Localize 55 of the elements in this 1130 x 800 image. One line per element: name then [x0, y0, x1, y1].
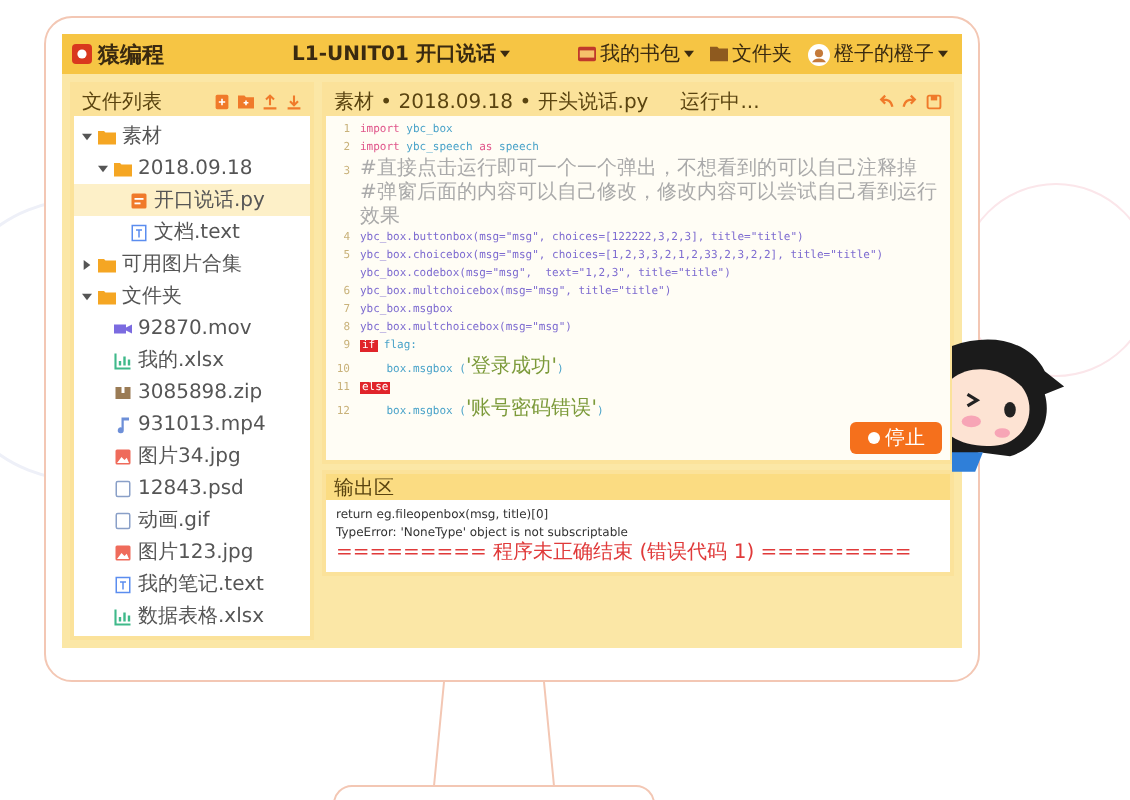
redo-icon[interactable] — [902, 93, 918, 109]
download-icon[interactable] — [286, 93, 302, 109]
expanded-arrow-icon[interactable] — [82, 291, 92, 301]
image-file-icon — [114, 543, 132, 561]
file-tree-item[interactable]: 3085898.zip — [74, 376, 310, 408]
folder-icon — [710, 46, 728, 62]
file-tree-item[interactable]: 数据表格.xlsx — [74, 600, 310, 632]
user-menu[interactable]: 橙子的橙子 — [804, 40, 952, 68]
lesson-dropdown[interactable]: L1-UNIT01 开口说话 — [288, 40, 514, 68]
logo-icon — [72, 44, 92, 64]
image-file-icon — [114, 447, 132, 465]
breadcrumb: 素材 • 2018.09.18 • 开头说话.py — [334, 89, 649, 115]
text-file-icon — [114, 575, 132, 593]
file-tree-item[interactable]: 12843.psd — [74, 472, 310, 504]
video-icon — [114, 319, 132, 337]
file-tree-item[interactable]: 文件夹 — [74, 280, 310, 312]
run-status: 运行中... — [680, 89, 760, 115]
file-tree-item[interactable]: 92870.mov — [74, 312, 310, 344]
file-tree-item[interactable]: 动画.gif — [74, 504, 310, 536]
menu-button[interactable]: 文件夹 — [706, 40, 796, 68]
music-note-icon — [114, 415, 132, 433]
output-line: ========= 程序未正确结束 (错误代码 1) ========= — [336, 542, 914, 566]
stop-circle-icon — [867, 432, 879, 444]
archive-file-icon — [114, 383, 132, 401]
file-tree-item[interactable]: 我的笔记.text — [74, 568, 310, 600]
file-tree-item[interactable]: 开口说话.py — [74, 184, 310, 216]
file-tree-item[interactable]: 图片123.jpg — [74, 536, 310, 568]
code-line: #直接点击运行即可一个一个弹出，不想看到的可以自己注释掉 — [360, 158, 917, 181]
code-line: #弹窗后面的内容可以自己修改，修改内容可以尝试自己看到运行效果 — [360, 182, 939, 230]
new-file-icon[interactable] — [214, 93, 230, 109]
file-tree-item[interactable]: 文档.text — [74, 216, 310, 248]
file-tree-item[interactable]: 素材 — [74, 120, 310, 152]
mascot-drawing — [952, 336, 1068, 472]
avatar-icon — [808, 43, 830, 65]
menu-button[interactable]: 我的书包 — [574, 40, 698, 68]
new-folder-icon[interactable] — [238, 93, 254, 109]
collapsed-arrow-icon[interactable] — [82, 259, 92, 269]
file-tree-item[interactable]: 2018.09.18 — [74, 152, 310, 184]
chart-file-icon — [114, 607, 132, 625]
file-tree-item[interactable]: 931013.mp4 — [74, 408, 310, 440]
book-icon — [578, 46, 596, 62]
file-tree-item[interactable]: 图片34.jpg — [74, 440, 310, 472]
upload-icon[interactable] — [262, 93, 278, 109]
save-icon[interactable] — [926, 93, 942, 109]
expanded-arrow-icon[interactable] — [82, 131, 92, 141]
expanded-arrow-icon[interactable] — [98, 163, 108, 173]
panel-title: 输出区 — [334, 475, 394, 501]
chart-file-icon — [114, 351, 132, 369]
panel-title: 文件列表 — [82, 89, 162, 115]
file-tree-item[interactable]: 我的.xlsx — [74, 344, 310, 376]
text-file-icon — [130, 223, 148, 241]
app-logo-text: 猿编程 — [98, 39, 164, 69]
file-tree-item[interactable]: 可用图片合集 — [74, 248, 310, 280]
undo-icon[interactable] — [878, 93, 894, 109]
code-file-icon — [130, 191, 148, 209]
